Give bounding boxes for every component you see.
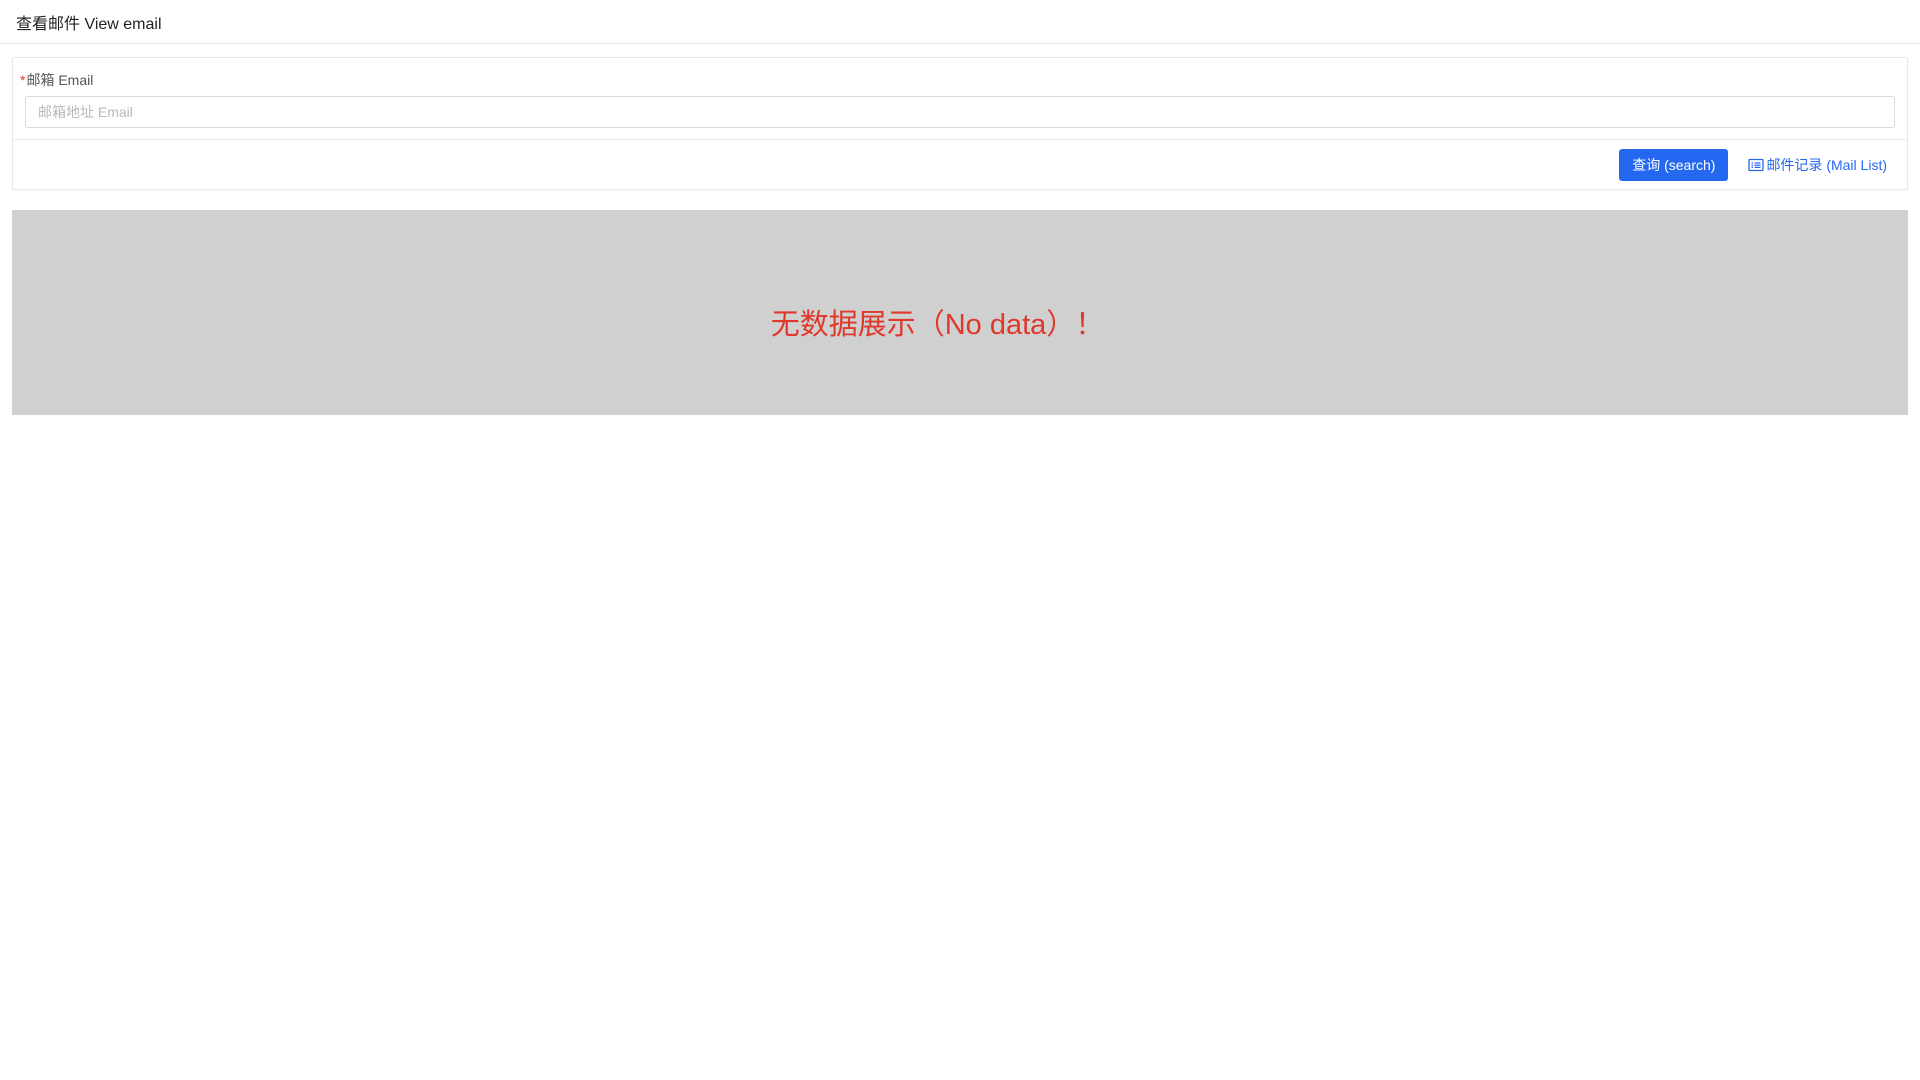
form-actions: 查询 (search) 邮件记录 (Mail List) [13, 140, 1907, 190]
email-form-field: *邮箱 Email [13, 58, 1907, 140]
email-label-text: 邮箱 Email [26, 72, 94, 88]
email-input[interactable] [25, 96, 1895, 128]
no-data-message: 无数据展示（No data）！ [770, 308, 1105, 341]
email-label: *邮箱 Email [20, 70, 1895, 90]
mail-list-label: 邮件记录 (Mail List) [1766, 157, 1887, 173]
page-title: 查看邮件 View email [16, 15, 162, 33]
empty-result-area: 无数据展示（No data）！ [12, 210, 1908, 415]
search-form-panel: *邮箱 Email 查询 (search) 邮件记录 (Mail List) [12, 57, 1908, 190]
mail-list-link[interactable]: 邮件记录 (Mail List) [1748, 155, 1887, 175]
search-button[interactable]: 查询 (search) [1619, 149, 1729, 181]
required-marker: * [20, 72, 26, 88]
list-icon [1748, 158, 1765, 172]
page-header: 查看邮件 View email [0, 0, 1920, 44]
